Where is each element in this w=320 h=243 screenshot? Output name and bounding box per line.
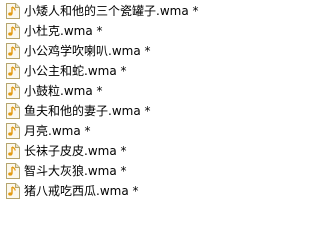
file-name: 小公主和蛇.wma * bbox=[24, 64, 127, 78]
file-list: 小矮人和他的三个瓷罐子.wma * 小杜克.wma * 小公鸡学吹喇叭.wma … bbox=[0, 0, 267, 243]
list-item[interactable]: 长袜子皮皮.wma * bbox=[6, 141, 199, 161]
file-name: 长袜子皮皮.wma * bbox=[24, 144, 127, 158]
audio-file-icon bbox=[6, 83, 20, 99]
audio-file-icon bbox=[6, 103, 20, 119]
list-item[interactable]: 小公鸡学吹喇叭.wma * bbox=[6, 41, 199, 61]
list-item[interactable]: 小公主和蛇.wma * bbox=[6, 61, 199, 81]
audio-file-icon bbox=[6, 3, 20, 19]
file-name: 小公鸡学吹喇叭.wma * bbox=[24, 44, 151, 58]
file-list-items: 小矮人和他的三个瓷罐子.wma * 小杜克.wma * 小公鸡学吹喇叭.wma … bbox=[6, 1, 199, 201]
file-name: 小矮人和他的三个瓷罐子.wma * bbox=[24, 4, 199, 18]
audio-file-icon bbox=[6, 183, 20, 199]
file-name: 小鼓粒.wma * bbox=[24, 84, 103, 98]
list-item[interactable]: 鱼夫和他的妻子.wma * bbox=[6, 101, 199, 121]
file-name: 小杜克.wma * bbox=[24, 24, 103, 38]
audio-file-icon bbox=[6, 63, 20, 79]
file-name: 智斗大灰狼.wma * bbox=[24, 164, 127, 178]
list-item[interactable]: 小杜克.wma * bbox=[6, 21, 199, 41]
list-item[interactable]: 猪八戒吃西瓜.wma * bbox=[6, 181, 199, 201]
file-name: 鱼夫和他的妻子.wma * bbox=[24, 104, 151, 118]
audio-file-icon bbox=[6, 163, 20, 179]
file-name: 月亮.wma * bbox=[24, 124, 91, 138]
audio-file-icon bbox=[6, 23, 20, 39]
audio-file-icon bbox=[6, 43, 20, 59]
audio-file-icon bbox=[6, 143, 20, 159]
list-item[interactable]: 月亮.wma * bbox=[6, 121, 199, 141]
file-name: 猪八戒吃西瓜.wma * bbox=[24, 184, 139, 198]
audio-file-icon bbox=[6, 123, 20, 139]
list-item[interactable]: 智斗大灰狼.wma * bbox=[6, 161, 199, 181]
list-item[interactable]: 小鼓粒.wma * bbox=[6, 81, 199, 101]
list-item[interactable]: 小矮人和他的三个瓷罐子.wma * bbox=[6, 1, 199, 21]
